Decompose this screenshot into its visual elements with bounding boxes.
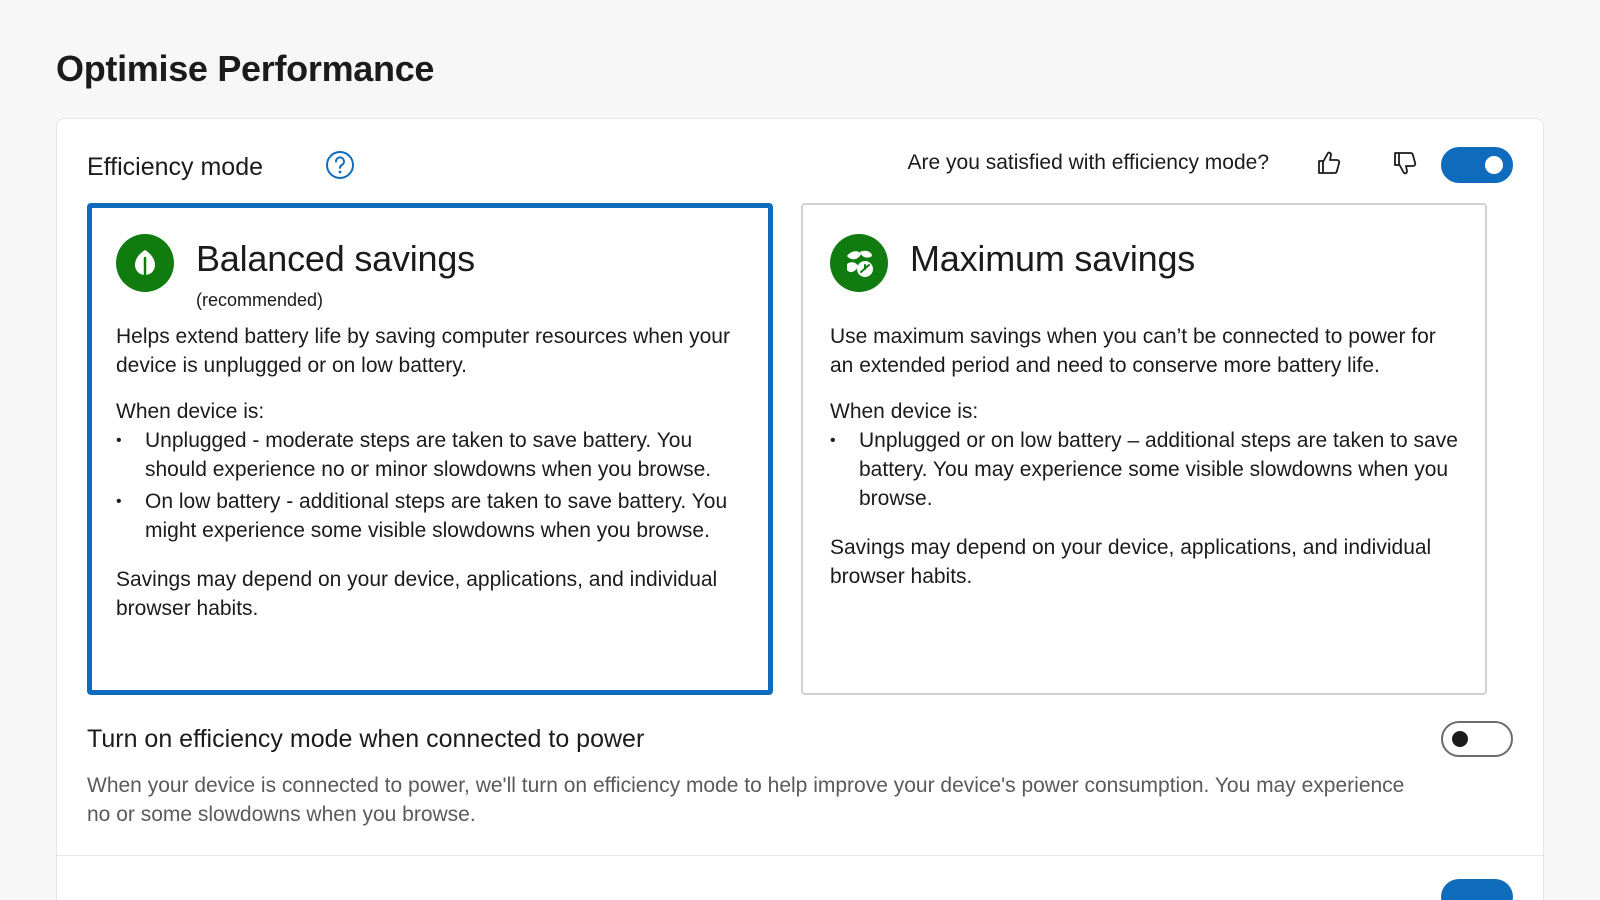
list-item: Unplugged - moderate steps are taken to … bbox=[116, 426, 744, 484]
efficiency-mode-toggle[interactable] bbox=[1441, 147, 1513, 183]
page-title: Optimise Performance bbox=[56, 48, 434, 90]
power-efficiency-toggle[interactable] bbox=[1441, 721, 1513, 757]
card-heading: Maximum savings bbox=[910, 238, 1195, 280]
next-setting-toggle[interactable] bbox=[1441, 879, 1513, 900]
question-circle-icon[interactable] bbox=[325, 150, 355, 180]
efficiency-mode-header: Efficiency mode Are you satisfied with e… bbox=[87, 147, 1513, 187]
card-body: Use maximum savings when you can’t be co… bbox=[830, 322, 1461, 608]
toggle-knob bbox=[1452, 731, 1468, 747]
leaves-icon bbox=[830, 234, 888, 292]
toggle-knob bbox=[1485, 156, 1503, 174]
maximum-savings-card[interactable]: Maximum savings Use maximum savings when… bbox=[801, 203, 1487, 695]
card-heading: Balanced savings bbox=[196, 238, 475, 280]
when-device-label: When device is: bbox=[830, 397, 1461, 426]
card-description: Use maximum savings when you can’t be co… bbox=[830, 322, 1461, 380]
efficiency-mode-label: Efficiency mode bbox=[87, 153, 263, 182]
thumbs-down-icon[interactable] bbox=[1389, 147, 1421, 179]
card-footer: Savings may depend on your device, appli… bbox=[830, 533, 1461, 591]
list-item: Unplugged or on low battery – additional… bbox=[830, 426, 1461, 513]
balanced-savings-card[interactable]: Balanced savings (recommended) Helps ext… bbox=[87, 203, 773, 695]
leaf-icon bbox=[116, 234, 174, 292]
when-device-label: When device is: bbox=[116, 397, 744, 426]
feedback-question: Are you satisfied with efficiency mode? bbox=[908, 151, 1269, 175]
thumbs-up-icon[interactable] bbox=[1313, 147, 1345, 179]
card-subheading: (recommended) bbox=[196, 290, 323, 311]
divider bbox=[57, 855, 1543, 856]
conditions-list: Unplugged - moderate steps are taken to … bbox=[116, 426, 744, 545]
card-footer: Savings may depend on your device, appli… bbox=[116, 565, 744, 623]
conditions-list: Unplugged or on low battery – additional… bbox=[830, 426, 1461, 513]
list-item: On low battery - additional steps are ta… bbox=[116, 487, 744, 545]
card-description: Helps extend battery life by saving comp… bbox=[116, 322, 744, 380]
efficiency-panel: Efficiency mode Are you satisfied with e… bbox=[56, 118, 1544, 900]
power-setting-title: Turn on efficiency mode when connected t… bbox=[87, 725, 644, 754]
card-body: Helps extend battery life by saving comp… bbox=[116, 322, 744, 640]
power-setting-row: Turn on efficiency mode when connected t… bbox=[87, 719, 1513, 839]
power-setting-description: When your device is connected to power, … bbox=[87, 771, 1427, 829]
